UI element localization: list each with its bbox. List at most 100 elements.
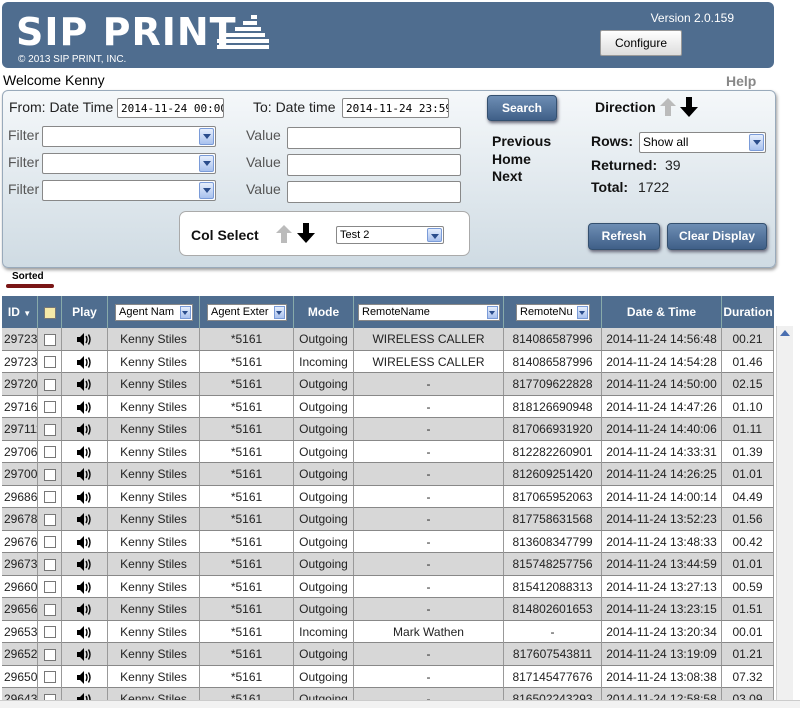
table-row[interactable]: 297236 Kenny Stiles*5161OutgoingWIRELESS … <box>2 328 774 351</box>
remote-num-filter-select[interactable]: RemoteNu <box>516 304 590 321</box>
table-row[interactable]: 296501 Kenny Stiles*5161Outgoing-81714547… <box>2 665 774 688</box>
row-checkbox[interactable] <box>43 446 56 459</box>
refresh-button[interactable]: Refresh <box>588 223 660 250</box>
speaker-icon[interactable] <box>76 490 93 504</box>
search-button[interactable]: Search <box>487 95 557 121</box>
clear-display-button[interactable]: Clear Display <box>667 223 767 250</box>
value-input-2[interactable] <box>287 154 461 176</box>
sort-up-arrow-icon[interactable] <box>660 98 676 116</box>
value-input-3[interactable] <box>287 181 461 203</box>
cell-mode: Incoming <box>294 350 354 373</box>
speaker-icon[interactable] <box>76 445 93 459</box>
row-checkbox[interactable] <box>43 378 56 391</box>
speaker-icon[interactable] <box>76 400 93 414</box>
table-row[interactable]: 296764 Kenny Stiles*5161Outgoing-81360834… <box>2 530 774 553</box>
home-link[interactable]: Home <box>492 151 531 167</box>
row-checkbox[interactable] <box>43 603 56 616</box>
speaker-icon[interactable] <box>76 333 93 347</box>
row-checkbox[interactable] <box>43 401 56 414</box>
chevron-down-icon[interactable] <box>427 228 442 242</box>
cell-agent: Kenny Stiles <box>108 643 200 665</box>
configure-button[interactable]: Configure <box>600 30 682 56</box>
agent-ext-filter-select[interactable]: Agent Exter <box>207 304 287 321</box>
col-header-datetime[interactable]: Date & Time <box>602 296 722 328</box>
chevron-down-icon[interactable] <box>199 155 214 172</box>
row-checkbox[interactable] <box>43 581 56 594</box>
table-row[interactable]: 296732 Kenny Stiles*5161Outgoing-81574825… <box>2 553 774 576</box>
filter-select-2[interactable] <box>42 153 216 174</box>
sorted-indicator <box>6 284 54 288</box>
chevron-down-icon[interactable] <box>199 182 214 199</box>
col-up-arrow-icon[interactable] <box>276 225 292 243</box>
row-checkbox[interactable] <box>43 671 56 684</box>
previous-link[interactable]: Previous <box>492 133 551 149</box>
rows-select[interactable]: Show all <box>639 132 766 153</box>
scroll-up-icon[interactable] <box>780 330 790 336</box>
value-input-1[interactable] <box>287 127 461 149</box>
col-header-mode[interactable]: Mode <box>294 296 354 328</box>
table-row[interactable]: 297166 Kenny Stiles*5161Outgoing-81812669… <box>2 395 774 418</box>
from-date-input[interactable]: 2014-11-24 00:00:00 <box>117 98 224 118</box>
table-row[interactable]: 296604 Kenny Stiles*5161Outgoing-81541208… <box>2 575 774 598</box>
chevron-down-icon[interactable] <box>749 134 764 151</box>
speaker-icon[interactable] <box>76 535 93 549</box>
select-all-checkbox[interactable] <box>43 306 56 319</box>
table-row[interactable]: 297007 Kenny Stiles*5161Outgoing-81260925… <box>2 463 774 486</box>
speaker-icon[interactable] <box>76 580 93 594</box>
row-checkbox[interactable] <box>43 356 56 369</box>
filter-select-3[interactable] <box>42 180 216 201</box>
speaker-icon[interactable] <box>76 423 93 437</box>
help-link[interactable]: Help <box>726 73 756 89</box>
vertical-scrollbar[interactable] <box>776 326 793 707</box>
table-row[interactable]: 297066 Kenny Stiles*5161Outgoing-81228226… <box>2 440 774 463</box>
col-header-duration[interactable]: Duration <box>722 296 774 328</box>
table-row[interactable]: 296530 Kenny Stiles*5161IncomingMark Wath… <box>2 620 774 643</box>
chevron-down-icon[interactable] <box>180 306 191 319</box>
speaker-icon[interactable] <box>76 648 93 662</box>
remote-name-filter-select[interactable]: RemoteName <box>358 304 500 321</box>
row-checkbox[interactable] <box>43 536 56 549</box>
table-row[interactable]: 296521 Kenny Stiles*5161Outgoing-81760754… <box>2 643 774 666</box>
row-checkbox[interactable] <box>43 423 56 436</box>
chevron-down-icon[interactable] <box>577 306 588 319</box>
row-checkbox[interactable] <box>43 333 56 346</box>
filter-select-1[interactable] <box>42 126 216 147</box>
row-checkbox[interactable] <box>43 558 56 571</box>
chevron-down-icon[interactable] <box>487 306 498 319</box>
table-row[interactable]: 296569 Kenny Stiles*5161Outgoing-81480260… <box>2 598 774 621</box>
version-text: Version 2.0.159 <box>650 11 734 25</box>
chevron-down-icon[interactable] <box>274 306 285 319</box>
table-row[interactable]: 297232 Kenny Stiles*5161IncomingWIRELESS … <box>2 350 774 373</box>
speaker-icon[interactable] <box>76 468 93 482</box>
col-header-id[interactable]: ID ▼ <box>2 296 38 328</box>
speaker-icon[interactable] <box>76 558 93 572</box>
to-date-input[interactable]: 2014-11-24 23:59:59 <box>342 98 449 118</box>
speaker-icon[interactable] <box>76 355 93 369</box>
table-row[interactable]: 296785 Kenny Stiles*5161Outgoing-81775863… <box>2 508 774 531</box>
speaker-icon[interactable] <box>76 513 93 527</box>
chevron-down-icon[interactable] <box>199 128 214 145</box>
row-checkbox[interactable] <box>43 491 56 504</box>
next-link[interactable]: Next <box>492 168 522 184</box>
speaker-icon[interactable] <box>76 625 93 639</box>
col-down-arrow-icon[interactable] <box>297 223 315 243</box>
speaker-icon[interactable] <box>76 378 93 392</box>
sort-down-arrow-icon[interactable] <box>680 97 698 117</box>
table-row[interactable]: 296862 Kenny Stiles*5161Outgoing-81706595… <box>2 485 774 508</box>
col-select-dropdown[interactable]: Test 2 <box>336 226 444 244</box>
col-header-select[interactable] <box>38 296 62 328</box>
speaker-icon[interactable] <box>76 603 93 617</box>
agent-name-filter-select[interactable]: Agent Nam <box>115 304 193 321</box>
cell-ext: *5161 <box>200 665 294 688</box>
table-row[interactable]: 297111 Kenny Stiles*5161Outgoing-81706693… <box>2 418 774 441</box>
table-row[interactable]: 297203 Kenny Stiles*5161Outgoing-81770962… <box>2 373 774 396</box>
row-checkbox[interactable] <box>43 648 56 661</box>
row-checkbox[interactable] <box>43 468 56 481</box>
row-checkbox[interactable] <box>43 626 56 639</box>
row-checkbox[interactable] <box>43 513 56 526</box>
cell-ext: *5161 <box>200 418 294 440</box>
cell-remote-num: 815748257756 <box>504 553 602 575</box>
play-cell <box>62 418 108 440</box>
speaker-icon[interactable] <box>76 670 93 684</box>
cell-dur: 01.01 <box>722 553 774 575</box>
